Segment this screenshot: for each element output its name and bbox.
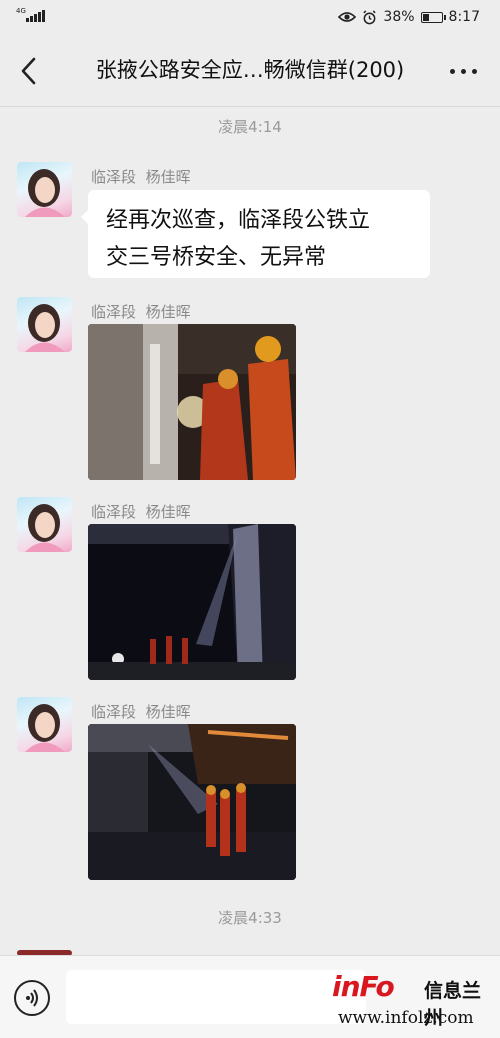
watermark: inFo 信息兰州 www.infolz.com (332, 970, 492, 1030)
message-image[interactable] (88, 724, 296, 880)
dot (460, 68, 466, 74)
input-bar: inFo 信息兰州 www.infolz.com (0, 955, 500, 1038)
sender-person: 杨佳晖 (145, 168, 191, 186)
dot (449, 68, 455, 74)
sender-person: 杨佳晖 (145, 703, 191, 721)
battery-percent: 38% (383, 9, 415, 25)
voice-input-button[interactable] (14, 980, 50, 1016)
avatar[interactable] (17, 297, 72, 352)
signal-bar (26, 18, 29, 22)
message-image[interactable] (88, 324, 296, 480)
back-button[interactable] (16, 54, 44, 88)
network-type: 4G (16, 7, 26, 15)
signal-bar (38, 12, 41, 22)
watermark-url: www.infolz.com (338, 1008, 474, 1028)
message-text-line: 交三号桥安全、无异常 (106, 245, 327, 270)
status-bar: 4G 38% 8:17 (0, 0, 500, 36)
eye-icon (338, 12, 357, 22)
sender-person: 杨佳晖 (145, 303, 191, 321)
avatar-photo (25, 304, 65, 352)
signal-bar (42, 10, 45, 22)
battery-icon (420, 11, 446, 23)
voice-icon (26, 989, 38, 1007)
signal-indicator: 4G (16, 7, 45, 22)
night-bridge-photo (88, 524, 296, 680)
sender-section: 临泽段 (91, 168, 137, 186)
message-text-line: 经再次巡查，临泽段公铁立 (106, 208, 371, 233)
chat-header: 张掖公路安全应…畅微信群(200) (0, 36, 500, 107)
chevron-left-icon (21, 57, 36, 85)
watermark-logo: inFo (332, 970, 395, 1003)
dot (471, 68, 477, 74)
more-options-button[interactable] (446, 62, 480, 80)
message-image[interactable] (88, 524, 296, 680)
battery-fill (422, 13, 429, 21)
signal-bar (34, 14, 37, 22)
sender-name: 临泽段 杨佳晖 (91, 501, 191, 522)
avatar-photo (25, 504, 65, 552)
alarm-icon (363, 9, 377, 24)
workers-under-bridge-photo (88, 724, 296, 880)
avatar[interactable] (17, 697, 72, 752)
signal-bar (30, 16, 33, 22)
clock: 8:17 (448, 9, 480, 25)
message-input[interactable] (66, 970, 366, 1024)
sender-name: 临泽段 杨佳晖 (91, 301, 191, 322)
chat-title: 张掖公路安全应…畅微信群(200) (95, 58, 405, 82)
avatar-photo (25, 169, 65, 217)
avatar-photo (25, 704, 65, 752)
sender-section: 临泽段 (91, 303, 137, 321)
sender-name: 临泽段 杨佳晖 (91, 166, 191, 187)
sender-section: 临泽段 (91, 503, 137, 521)
sender-person: 杨佳晖 (145, 503, 191, 521)
status-icons: 38% 8:17 (338, 9, 480, 25)
timestamp-divider: 凌晨4:33 (218, 909, 282, 927)
message-bubble[interactable]: 经再次巡查，临泽段公铁立 交三号桥安全、无异常 (81, 190, 430, 278)
avatar[interactable] (17, 497, 72, 552)
avatar[interactable] (17, 162, 72, 217)
sender-name: 临泽段 杨佳晖 (91, 701, 191, 722)
sender-section: 临泽段 (91, 703, 137, 721)
bridge-inspection-photo (88, 324, 296, 480)
timestamp-divider: 凌晨4:14 (218, 118, 282, 136)
